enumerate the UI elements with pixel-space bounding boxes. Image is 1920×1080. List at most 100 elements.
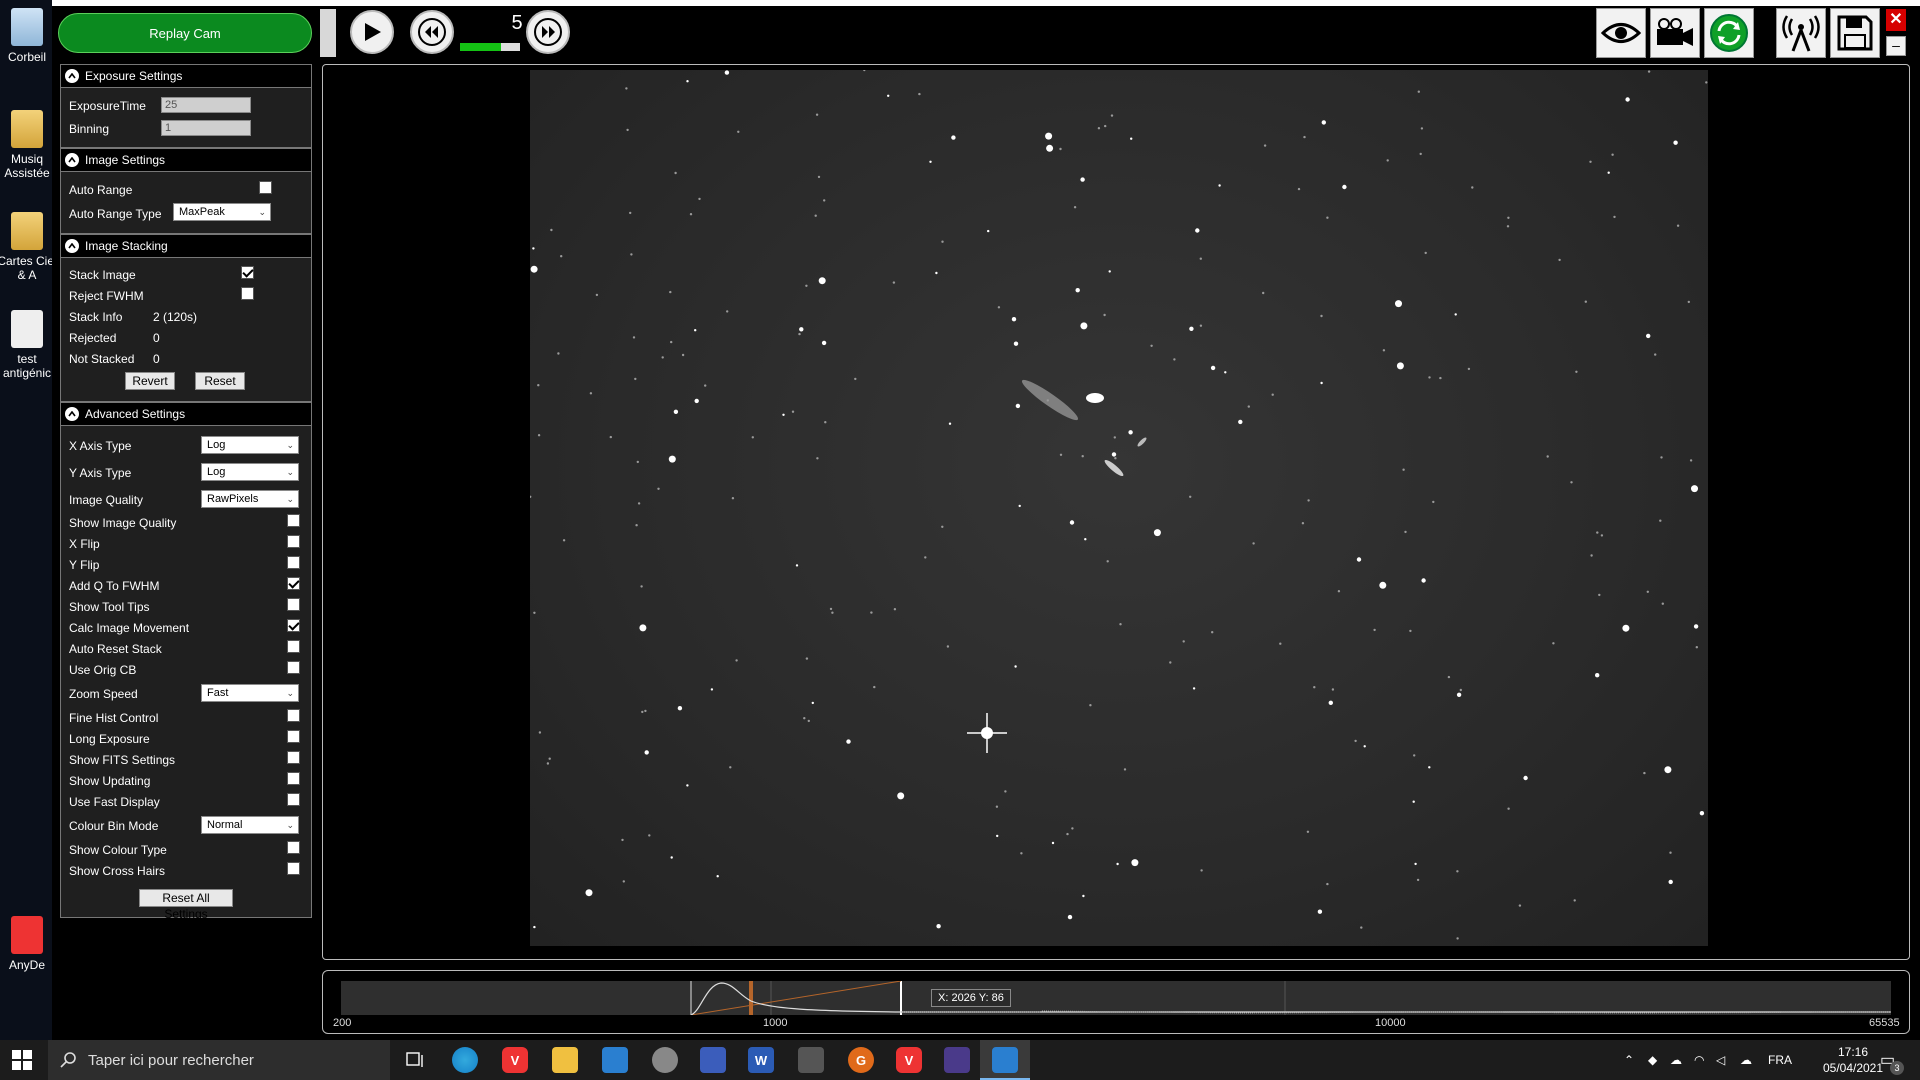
hist-tick-label: 1000	[763, 1017, 788, 1029]
task-view-icon[interactable]	[402, 1047, 428, 1073]
desktop-icon-label: Corbeil	[7, 50, 46, 64]
toolbar-separator	[320, 9, 336, 57]
stack-image-checkbox[interactable]	[241, 266, 254, 279]
clock-time: 17:16	[1837, 1045, 1869, 1059]
chevron-down-icon: ⌄	[286, 688, 294, 698]
folder-icon	[11, 110, 43, 148]
play-icon	[365, 23, 381, 41]
desktop-icon-recycle-bin[interactable]: Corbeil	[0, 8, 58, 64]
vivaldi-icon[interactable]: V	[896, 1047, 922, 1073]
zoom-speed-label: Zoom Speed	[69, 687, 138, 701]
chevron-down-icon: ⌄	[258, 207, 266, 217]
image-settings-header[interactable]: Image Settings	[61, 149, 311, 172]
app-icon[interactable]	[652, 1047, 678, 1073]
fine-hist-control-checkbox[interactable]	[287, 709, 300, 722]
chevron-up-icon	[65, 153, 79, 167]
advanced-settings-header[interactable]: Advanced Settings	[61, 403, 311, 426]
image-stacking-header[interactable]: Image Stacking	[61, 235, 311, 258]
add-q-to-fwhm-checkbox[interactable]	[287, 577, 300, 590]
desktop-icon-musiq[interactable]: Musiq Assistée	[0, 110, 58, 180]
select-value: Normal	[207, 819, 243, 831]
app-icon[interactable]: G	[848, 1047, 874, 1073]
tray-chevron-up-icon[interactable]: ⌃	[1624, 1040, 1634, 1080]
dropbox-icon[interactable]: ◆	[1648, 1040, 1657, 1080]
auto-range-type-select[interactable]: MaxPeak ⌄	[173, 203, 271, 221]
replay-cam-button[interactable]: Replay Cam	[58, 13, 312, 53]
sharpcap-taskbar-button[interactable]	[980, 1040, 1030, 1080]
start-button[interactable]	[12, 1050, 32, 1070]
show-tool-tips-checkbox[interactable]	[287, 598, 300, 611]
binning-input[interactable]: 1	[161, 120, 251, 136]
exposure-settings-header[interactable]: Exposure Settings	[61, 65, 311, 88]
live-stack-refresh-button[interactable]	[1704, 8, 1754, 58]
file-explorer-icon[interactable]	[552, 1047, 578, 1073]
sharpcap-icon	[992, 1047, 1018, 1073]
notification-center[interactable]: ▭ 3	[1880, 1040, 1904, 1080]
save-button[interactable]	[1830, 8, 1880, 58]
y-flip-checkbox[interactable]	[287, 556, 300, 569]
show-colour-type-checkbox[interactable]	[287, 841, 300, 854]
show-cross-hairs-checkbox[interactable]	[287, 862, 300, 875]
vivaldi-icon[interactable]: V	[502, 1047, 528, 1073]
desktop-icon-cartes[interactable]: Cartes Ciel & A	[0, 212, 58, 282]
cloud-icon[interactable]: ☁	[1670, 1040, 1682, 1080]
checkbox-label: Auto Reset Stack	[69, 642, 162, 656]
camera-app-icon[interactable]	[798, 1047, 824, 1073]
view-button[interactable]	[1596, 8, 1646, 58]
image-quality-select[interactable]: RawPixels ⌄	[201, 490, 299, 508]
windows-logo-icon	[12, 1050, 32, 1070]
auto-range-type-label: Auto Range Type	[69, 207, 162, 221]
show-updating-checkbox[interactable]	[287, 772, 300, 785]
zoom-speed-select[interactable]: Fast ⌄	[201, 684, 299, 702]
hist-tick-label: 65535	[1869, 1017, 1900, 1029]
desktop-icon-anydesk[interactable]: AnyDe	[0, 916, 58, 972]
taskbar-search[interactable]: Taper ici pour rechercher	[48, 1040, 390, 1080]
checkbox-label: Show Tool Tips	[69, 600, 150, 614]
chevron-down-icon: ⌄	[286, 467, 294, 477]
show-image-quality-checkbox[interactable]	[287, 514, 300, 527]
word-icon[interactable]: W	[748, 1047, 774, 1073]
long-exposure-checkbox[interactable]	[287, 730, 300, 743]
mail-icon[interactable]	[602, 1047, 628, 1073]
use-orig-cb-checkbox[interactable]	[287, 661, 300, 674]
histogram-panel[interactable]: X: 2026 Y: 86 200 1000 10000 65535	[322, 970, 1910, 1034]
desktop-icon-test[interactable]: test antigénic	[0, 310, 58, 380]
reject-fwhm-label: Reject FWHM	[69, 289, 144, 303]
onedrive-icon[interactable]: ☁	[1740, 1040, 1752, 1080]
x-axis-type-select[interactable]: Log ⌄	[201, 436, 299, 454]
histogram-plot[interactable]: X: 2026 Y: 86	[341, 980, 1892, 1016]
reset-button[interactable]: Reset	[195, 372, 245, 390]
reset-all-settings-button[interactable]: Reset All Settings	[139, 889, 233, 921]
edge-icon[interactable]	[452, 1047, 478, 1073]
fast-forward-button[interactable]	[526, 10, 570, 54]
rewind-button[interactable]	[410, 10, 454, 54]
camera-button[interactable]	[1650, 8, 1700, 58]
astro-image[interactable]	[530, 70, 1708, 946]
revert-button[interactable]: Revert	[125, 372, 175, 390]
stellarium-icon[interactable]	[944, 1047, 970, 1073]
reject-fwhm-checkbox[interactable]	[241, 287, 254, 300]
app-icon[interactable]	[700, 1047, 726, 1073]
language-indicator[interactable]: FRA	[1768, 1040, 1792, 1080]
close-button[interactable]: ✕	[1886, 9, 1906, 31]
auto-range-checkbox[interactable]	[259, 181, 272, 194]
rejected-value: 0	[153, 331, 160, 345]
play-button[interactable]	[350, 10, 394, 54]
rejected-label: Rejected	[69, 331, 117, 345]
desktop-icon-label: Cartes Ciel & A	[0, 254, 57, 282]
volume-icon[interactable]: ◁	[1716, 1040, 1725, 1080]
auto-reset-stack-checkbox[interactable]	[287, 640, 300, 653]
wifi-icon[interactable]: ◠	[1694, 1040, 1704, 1080]
remote-button[interactable]	[1776, 8, 1826, 58]
use-fast-display-checkbox[interactable]	[287, 793, 300, 806]
minimize-button[interactable]: –	[1886, 36, 1906, 56]
y-axis-type-select[interactable]: Log ⌄	[201, 463, 299, 481]
select-value: MaxPeak	[179, 206, 225, 218]
x-flip-checkbox[interactable]	[287, 535, 300, 548]
calc-image-movement-checkbox[interactable]	[287, 619, 300, 632]
show-fits-settings-checkbox[interactable]	[287, 751, 300, 764]
colour-bin-mode-select[interactable]: Normal ⌄	[201, 816, 299, 834]
exposure-time-input[interactable]: 25	[161, 97, 251, 113]
top-border	[52, 0, 1920, 6]
minimize-icon: –	[1892, 37, 1900, 53]
